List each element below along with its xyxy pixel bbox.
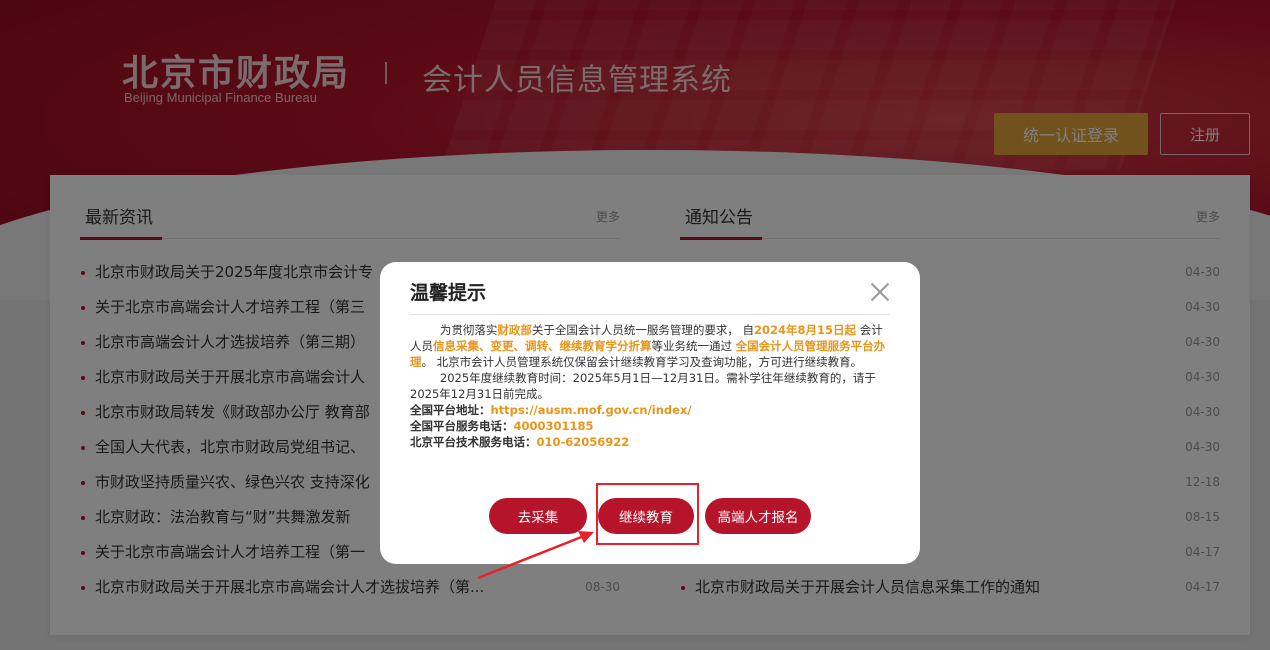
highlight-text: 信息采集、变更、调转、继续教育学分折算 xyxy=(433,339,652,353)
platform-address-line: 全国平台地址：https://ausm.mof.gov.cn/index/ xyxy=(410,402,890,418)
dialog-paragraph-1: 为贯彻落实财政部关于全国会计人员统一服务管理的要求， 自2024年8月15日起 … xyxy=(410,322,890,370)
go-collect-button[interactable]: 去采集 xyxy=(489,498,587,534)
dialog-title: 温馨提示 xyxy=(410,282,487,304)
text-span: 等业务统一通过 xyxy=(651,339,736,353)
text-span: 关于全国会计人员统一服务管理的要求， 自 xyxy=(531,323,755,337)
tech-phone: 010-62056922 xyxy=(536,435,630,449)
text-span: 。 北京市会计人员管理系统仅保留会计继续教育学习及查询功能，方可进行继续教育。 xyxy=(421,355,863,369)
platform-phone: 4000301185 xyxy=(513,419,594,433)
tech-phone-line: 北京平台技术服务电话：010-62056922 xyxy=(410,434,890,450)
talent-signup-button[interactable]: 高端人才报名 xyxy=(705,498,811,534)
close-icon[interactable] xyxy=(868,280,892,304)
platform-address-label: 全国平台地址： xyxy=(410,403,491,417)
tech-phone-label: 北京平台技术服务电话： xyxy=(410,435,537,449)
highlight-text: 财政部 xyxy=(497,323,532,337)
platform-phone-line: 全国平台服务电话：4000301185 xyxy=(410,418,890,434)
platform-phone-label: 全国平台服务电话： xyxy=(410,419,514,433)
dialog-paragraph-2: 2025年度继续教育时间：2025年5月1日—12月31日。需补学往年继续教育的… xyxy=(410,371,876,401)
dialog-divider xyxy=(410,314,890,315)
text-span: 为贯彻落实 xyxy=(439,323,498,337)
dialog-body: 为贯彻落实财政部关于全国会计人员统一服务管理的要求， 自2024年8月15日起 … xyxy=(410,322,890,450)
platform-url-link[interactable]: https://ausm.mof.gov.cn/index/ xyxy=(491,403,692,417)
annotation-highlight-box xyxy=(596,483,699,545)
highlight-date: 2024年8月15日起 xyxy=(754,323,857,337)
